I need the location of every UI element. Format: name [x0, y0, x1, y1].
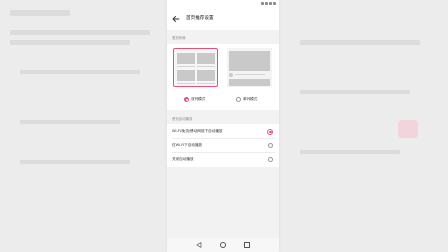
nav-back-icon[interactable]	[196, 242, 202, 248]
single-column-preview[interactable]	[227, 48, 272, 87]
divider	[172, 152, 275, 153]
bg-bar	[20, 120, 120, 124]
divider	[172, 138, 275, 139]
bg-accent	[398, 120, 418, 138]
status-bar	[167, 0, 279, 8]
autoplay-option-all-networks[interactable]: Wi-Fi/免流/移动网络下自动播放	[172, 129, 223, 134]
bg-bar	[10, 40, 130, 45]
bg-bar	[300, 150, 400, 154]
autoplay-option-off[interactable]: 关闭自动播放	[172, 157, 194, 162]
phone-screen: 首页推荐设置 首页布局 双列模式 单列模式 首页自动播放 Wi-Fi/免流/移动…	[167, 0, 279, 252]
double-column-preview[interactable]	[173, 48, 218, 87]
layout-mode-card: 双列模式 单列模式	[167, 44, 279, 110]
autoplay-radio-off[interactable]	[267, 157, 273, 162]
app-bar: 首页推荐设置	[167, 8, 279, 30]
single-column-radio[interactable]	[236, 97, 241, 102]
section-label-layout: 首页布局	[172, 36, 186, 40]
system-nav-bar	[167, 238, 279, 252]
section-label-autoplay: 首页自动播放	[172, 117, 193, 121]
bg-bar	[10, 10, 70, 16]
autoplay-settings-card: Wi-Fi/免流/移动网络下自动播放 仅Wi-Fi下自动播放 关闭自动播放	[167, 124, 279, 167]
double-column-radio[interactable]	[184, 97, 189, 102]
back-arrow-icon[interactable]	[171, 14, 181, 24]
bg-bar	[300, 40, 420, 45]
nav-home-icon[interactable]	[220, 242, 226, 248]
bg-bar	[20, 70, 140, 74]
autoplay-option-wifi-only[interactable]: 仅Wi-Fi下自动播放	[172, 143, 202, 148]
nav-recents-icon[interactable]	[244, 242, 250, 248]
autoplay-radio-wifi-only[interactable]	[267, 143, 273, 148]
status-icons	[261, 1, 277, 5]
page-title: 首页推荐设置	[186, 16, 214, 21]
bg-bar	[20, 160, 130, 164]
bg-bar	[300, 90, 410, 94]
double-column-label: 双列模式	[191, 97, 206, 101]
bg-bar	[10, 30, 150, 35]
autoplay-radio-all-networks[interactable]	[267, 128, 273, 135]
single-column-label: 单列模式	[243, 97, 258, 101]
